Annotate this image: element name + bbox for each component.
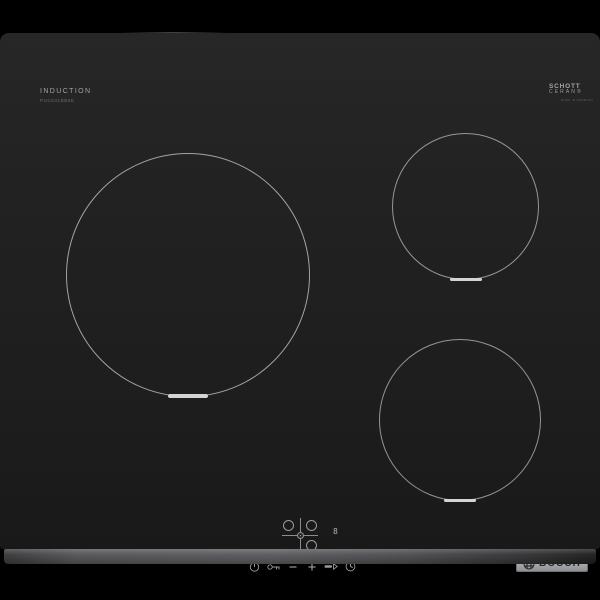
power-level-display: 8 [333,527,338,536]
zone-front-marker [168,394,208,398]
surface-print-block: INDUCTION PUC631BB5E [40,88,92,103]
cooking-zone-front-right [379,339,541,501]
induction-label: INDUCTION [40,88,92,95]
hob-glass-surface: INDUCTION PUC631BB5E SCHOTT CERAN® MADE … [0,33,600,549]
model-number-label: PUC631BB5E [40,98,92,103]
cooking-zone-front-left-large [66,153,310,397]
front-bevel-trim [4,549,596,564]
cooking-zone-back-right [392,133,539,280]
zone-select-back-right-icon [306,520,317,531]
zone-select-left-icon [283,520,294,531]
ceran-wordmark: CERAN® [549,90,594,96]
powerboost-icon [324,563,338,570]
product-photo[interactable]: INDUCTION PUC631BB5E SCHOTT CERAN® MADE … [0,0,600,600]
schott-ceran-logo: SCHOTT CERAN® MADE IN GERMANY [549,83,594,102]
zone-front-marker [444,499,476,503]
made-in-germany-label: MADE IN GERMANY [561,99,594,102]
zone-front-marker [450,278,482,282]
zone-selector-center-icon [297,532,304,539]
